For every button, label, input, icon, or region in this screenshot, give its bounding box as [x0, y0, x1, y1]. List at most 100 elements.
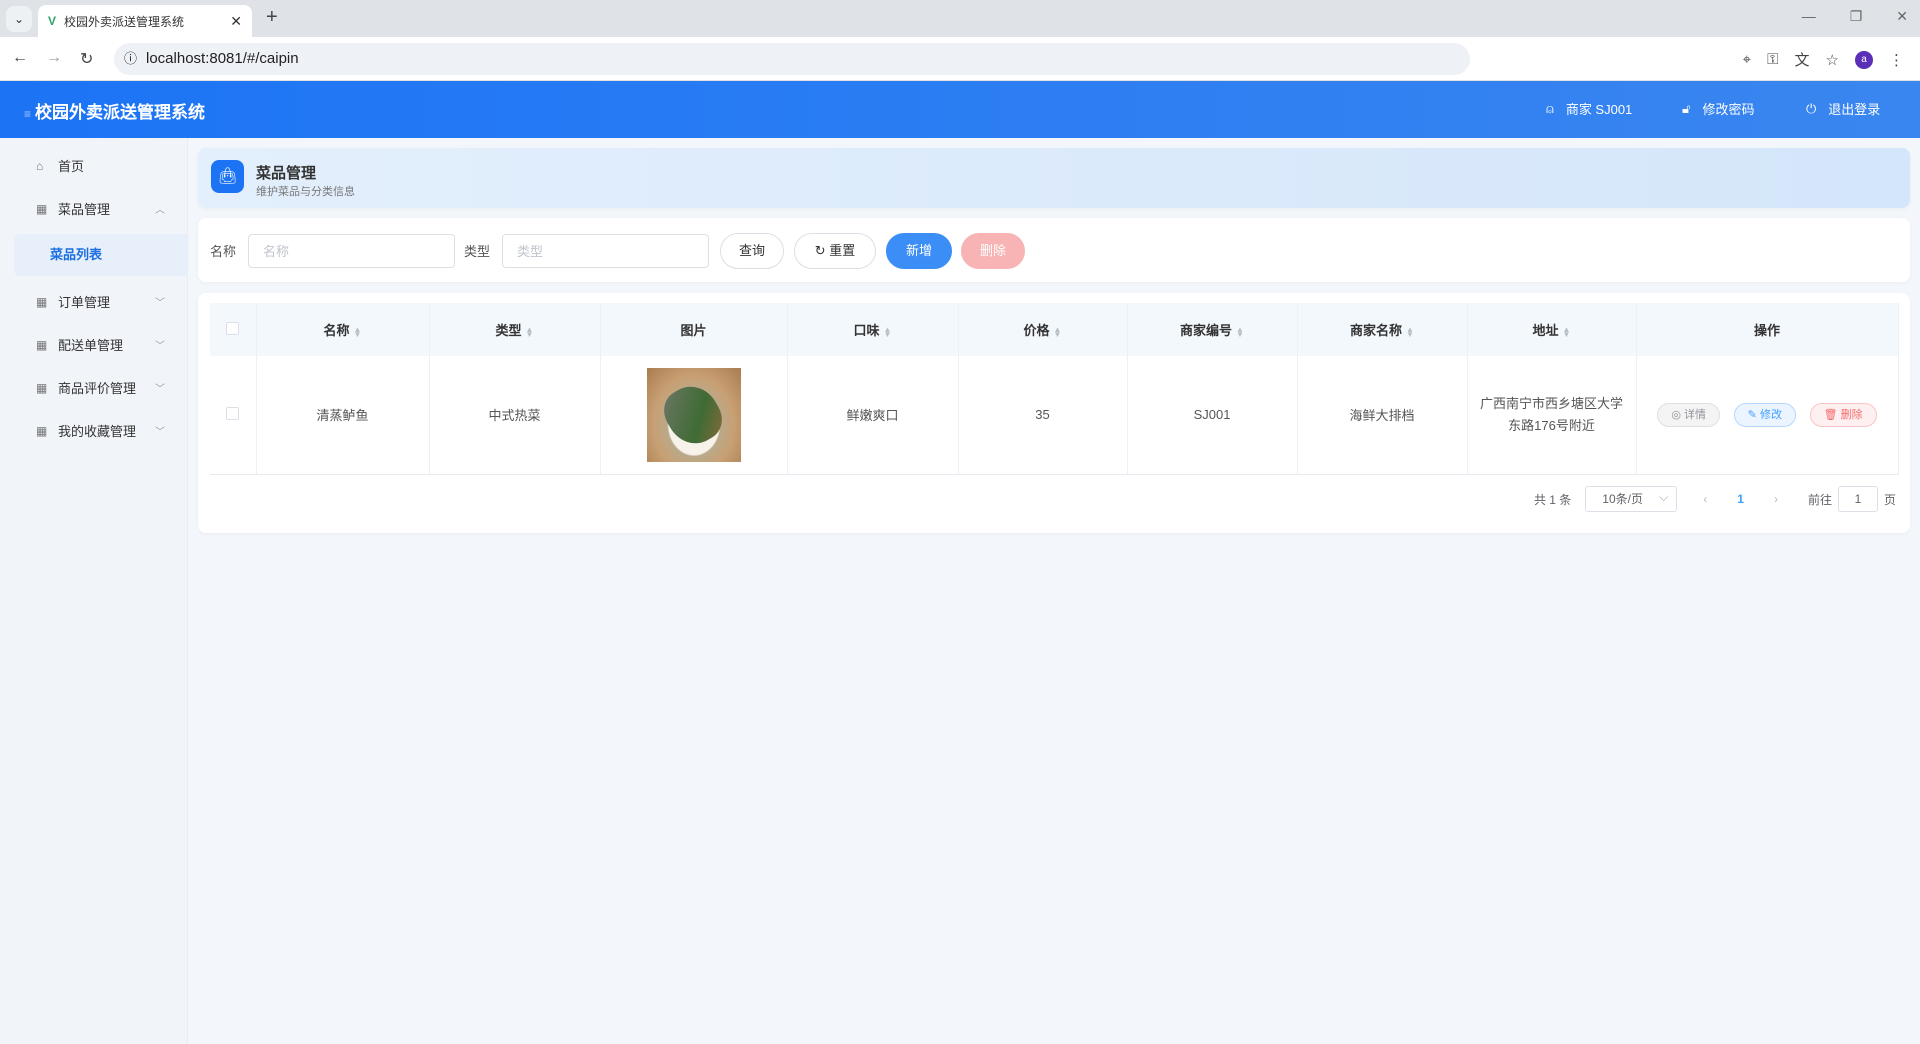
sidebar-item-delivery[interactable]: ▦ 配送单管理 ﹀ — [0, 323, 187, 366]
sidebar-label: 配送单管理 — [58, 338, 124, 353]
sidebar-item-orders[interactable]: ▦ 订单管理 ﹀ — [0, 280, 187, 323]
sort-icon[interactable]: ▲ ▼ — [526, 325, 534, 338]
column-header-price[interactable]: 价格 ▲ ▼ — [958, 303, 1128, 356]
power-icon: ⏻ — [1806, 100, 1817, 116]
location-icon[interactable]: ⌖ — [1743, 51, 1751, 68]
reset-label: 重置 — [829, 243, 856, 258]
add-button[interactable]: 新增 — [886, 233, 952, 269]
sidebar-item-dish-management[interactable]: ▦ 菜品管理 ︿ — [0, 187, 187, 230]
address-bar-area: ← → ↻ ⓘ localhost:8081/#/caipin ⌖ ⚿ 文 ☆ a… — [0, 37, 1920, 81]
grid-icon: ▦ — [36, 201, 48, 216]
total-count: 共 1 条 — [1533, 492, 1572, 507]
edit-button[interactable]: ✎ 修改 — [1733, 402, 1796, 427]
goto-prefix: 前往 — [1807, 492, 1832, 507]
minimize-icon[interactable]: — — [1802, 8, 1816, 25]
sidebar-item-dish-list[interactable]: 菜品列表 — [14, 234, 187, 276]
close-tab-icon[interactable]: ✕ — [230, 13, 242, 30]
app-title: 校园外卖派送管理系统 — [35, 103, 206, 122]
sidebar-item-home[interactable]: ⌂ 首页 — [0, 144, 187, 187]
detail-label: 详情 — [1684, 408, 1707, 421]
delete-button[interactable]: 🗑︎ 删除 — [1809, 402, 1877, 427]
table-header-row: 名称 ▲ ▼ 类型 ▲ ▼ 图片 口味 ▲ ▼ 价格 ▲ ▼ 商家编号 ▲ ▼ 商家名称 ▲ ▼ 地址 ▲… — [210, 303, 1899, 356]
cell-price: 35 — [958, 356, 1128, 475]
row-checkbox[interactable] — [226, 406, 240, 420]
sidebar-label: 我的收藏管理 — [58, 424, 137, 439]
cell-address: 广西南宁市西乡塘区大学东路176号附近 — [1467, 356, 1637, 475]
tab-title: 校园外卖派送管理系统 — [64, 14, 185, 29]
goto-page-input[interactable]: 1 — [1837, 486, 1878, 512]
sidebar-label: 首页 — [58, 159, 85, 174]
cell-type: 中式热菜 — [429, 356, 601, 475]
browser-tabbar: ⌄ V 校园外卖派送管理系统 ✕ + — ❐ ✕ — [0, 0, 1920, 37]
sort-icon[interactable]: ▲ ▼ — [884, 325, 892, 338]
sidebar-item-reviews[interactable]: ▦ 商品评价管理 ﹀ — [0, 366, 187, 409]
batch-delete-button[interactable]: 删除 — [961, 233, 1025, 269]
sidebar-label: 商品评价管理 — [58, 381, 137, 396]
refresh-icon: ↻ — [814, 243, 830, 258]
header-label: 商家名称 — [1350, 323, 1403, 338]
change-password-label: 修改密码 — [1702, 102, 1755, 117]
vue-logo-icon: V — [48, 14, 57, 28]
reset-button[interactable]: ↻ 重置 — [794, 233, 876, 269]
page-size-select[interactable]: 10条/页 — [1585, 485, 1678, 512]
page-number[interactable]: 1 — [1737, 492, 1744, 506]
menu-toggle-icon[interactable]: ≡ — [24, 107, 31, 121]
logout-button[interactable]: ⏻ 退出登录 — [1806, 99, 1880, 118]
dish-image[interactable] — [646, 367, 741, 462]
column-header-flavor[interactable]: 口味 ▲ ▼ — [787, 303, 959, 356]
forward-icon[interactable]: → — [46, 49, 62, 67]
change-password-button[interactable]: 🔓︎ 修改密码 — [1682, 99, 1754, 118]
restore-icon[interactable]: ❐ — [1850, 8, 1863, 25]
column-header-name[interactable]: 名称 ▲ ▼ — [256, 303, 430, 356]
prev-page-icon[interactable]: ‹ — [1703, 492, 1707, 506]
name-label: 名称 — [210, 244, 237, 259]
column-header-address[interactable]: 地址 ▲ ▼ — [1467, 303, 1637, 356]
back-icon[interactable]: ← — [12, 49, 28, 67]
chevron-down-icon: ﹀ — [155, 384, 165, 395]
chevron-up-icon: ︿ — [155, 205, 165, 216]
user-info[interactable]: ⍝ 商家 SJ001 — [1546, 99, 1632, 118]
column-header-merchant-name[interactable]: 商家名称 ▲ ▼ — [1297, 303, 1468, 356]
url-input[interactable]: ⓘ localhost:8081/#/caipin — [114, 43, 1470, 75]
eye-icon: ◎ — [1671, 408, 1685, 421]
grid-icon: ▦ — [36, 337, 48, 352]
sort-icon[interactable]: ▲ ▼ — [354, 325, 362, 338]
bookmark-star-icon[interactable]: ☆ — [1826, 51, 1839, 69]
sort-icon[interactable]: ▲ ▼ — [1054, 325, 1062, 338]
next-page-icon[interactable]: › — [1774, 492, 1778, 506]
query-button[interactable]: 查询 — [720, 233, 784, 269]
header-label: 名称 — [323, 323, 350, 338]
sidebar: ⌂ 首页 ▦ 菜品管理 ︿ 菜品列表 ▦ 订单管理 ﹀ ▦ 配送单管理 ﹀ ▦ 商品评价管理 ﹀ … — [0, 138, 188, 1044]
name-input[interactable] — [248, 234, 455, 268]
search-bar: 名称 类型 查询 ↻ 重置 新增 删除 — [198, 218, 1910, 282]
app-header: ≡ 校园外卖派送管理系统 ⍝ 商家 SJ001 🔓︎ 修改密码 ⏻ 退出登录 — [0, 81, 1920, 138]
sidebar-item-favorites[interactable]: ▦ 我的收藏管理 ﹀ — [0, 409, 187, 452]
goto-suffix: 页 — [1883, 492, 1896, 507]
detail-button[interactable]: ◎ 详情 — [1657, 402, 1721, 427]
user-label: 商家 SJ001 — [1565, 102, 1633, 117]
sort-icon[interactable]: ▲ ▼ — [1236, 325, 1244, 338]
column-header-actions: 操作 — [1636, 303, 1899, 356]
column-header-type[interactable]: 类型 ▲ ▼ — [429, 303, 601, 356]
select-all-checkbox[interactable] — [226, 321, 240, 335]
translate-icon[interactable]: 文 — [1795, 49, 1810, 70]
profile-avatar[interactable]: a — [1855, 50, 1873, 69]
reload-icon[interactable]: ↻ — [80, 49, 93, 69]
grid-icon: ▦ — [36, 294, 48, 309]
sort-icon[interactable]: ▲ ▼ — [1563, 325, 1571, 338]
type-label: 类型 — [464, 244, 491, 259]
header-label: 类型 — [495, 323, 522, 338]
password-key-icon[interactable]: ⚿ — [1767, 51, 1778, 68]
user-icon: ⍝ — [1546, 100, 1554, 116]
site-info-icon[interactable]: ⓘ — [124, 43, 137, 75]
type-input[interactable] — [502, 234, 709, 268]
column-header-merchant-id[interactable]: 商家编号 ▲ ▼ — [1127, 303, 1298, 356]
menu-icon[interactable]: ⋮ — [1889, 51, 1904, 69]
header-label: 图片 — [680, 323, 707, 338]
tab-search-button[interactable]: ⌄ — [6, 6, 32, 32]
close-window-icon[interactable]: ✕ — [1896, 8, 1908, 25]
browser-tab[interactable]: V 校园外卖派送管理系统 ✕ — [38, 5, 252, 37]
sort-icon[interactable]: ▲ ▼ — [1406, 325, 1414, 338]
chevron-down-icon: ﹀ — [155, 341, 165, 352]
new-tab-button[interactable]: + — [266, 6, 278, 29]
